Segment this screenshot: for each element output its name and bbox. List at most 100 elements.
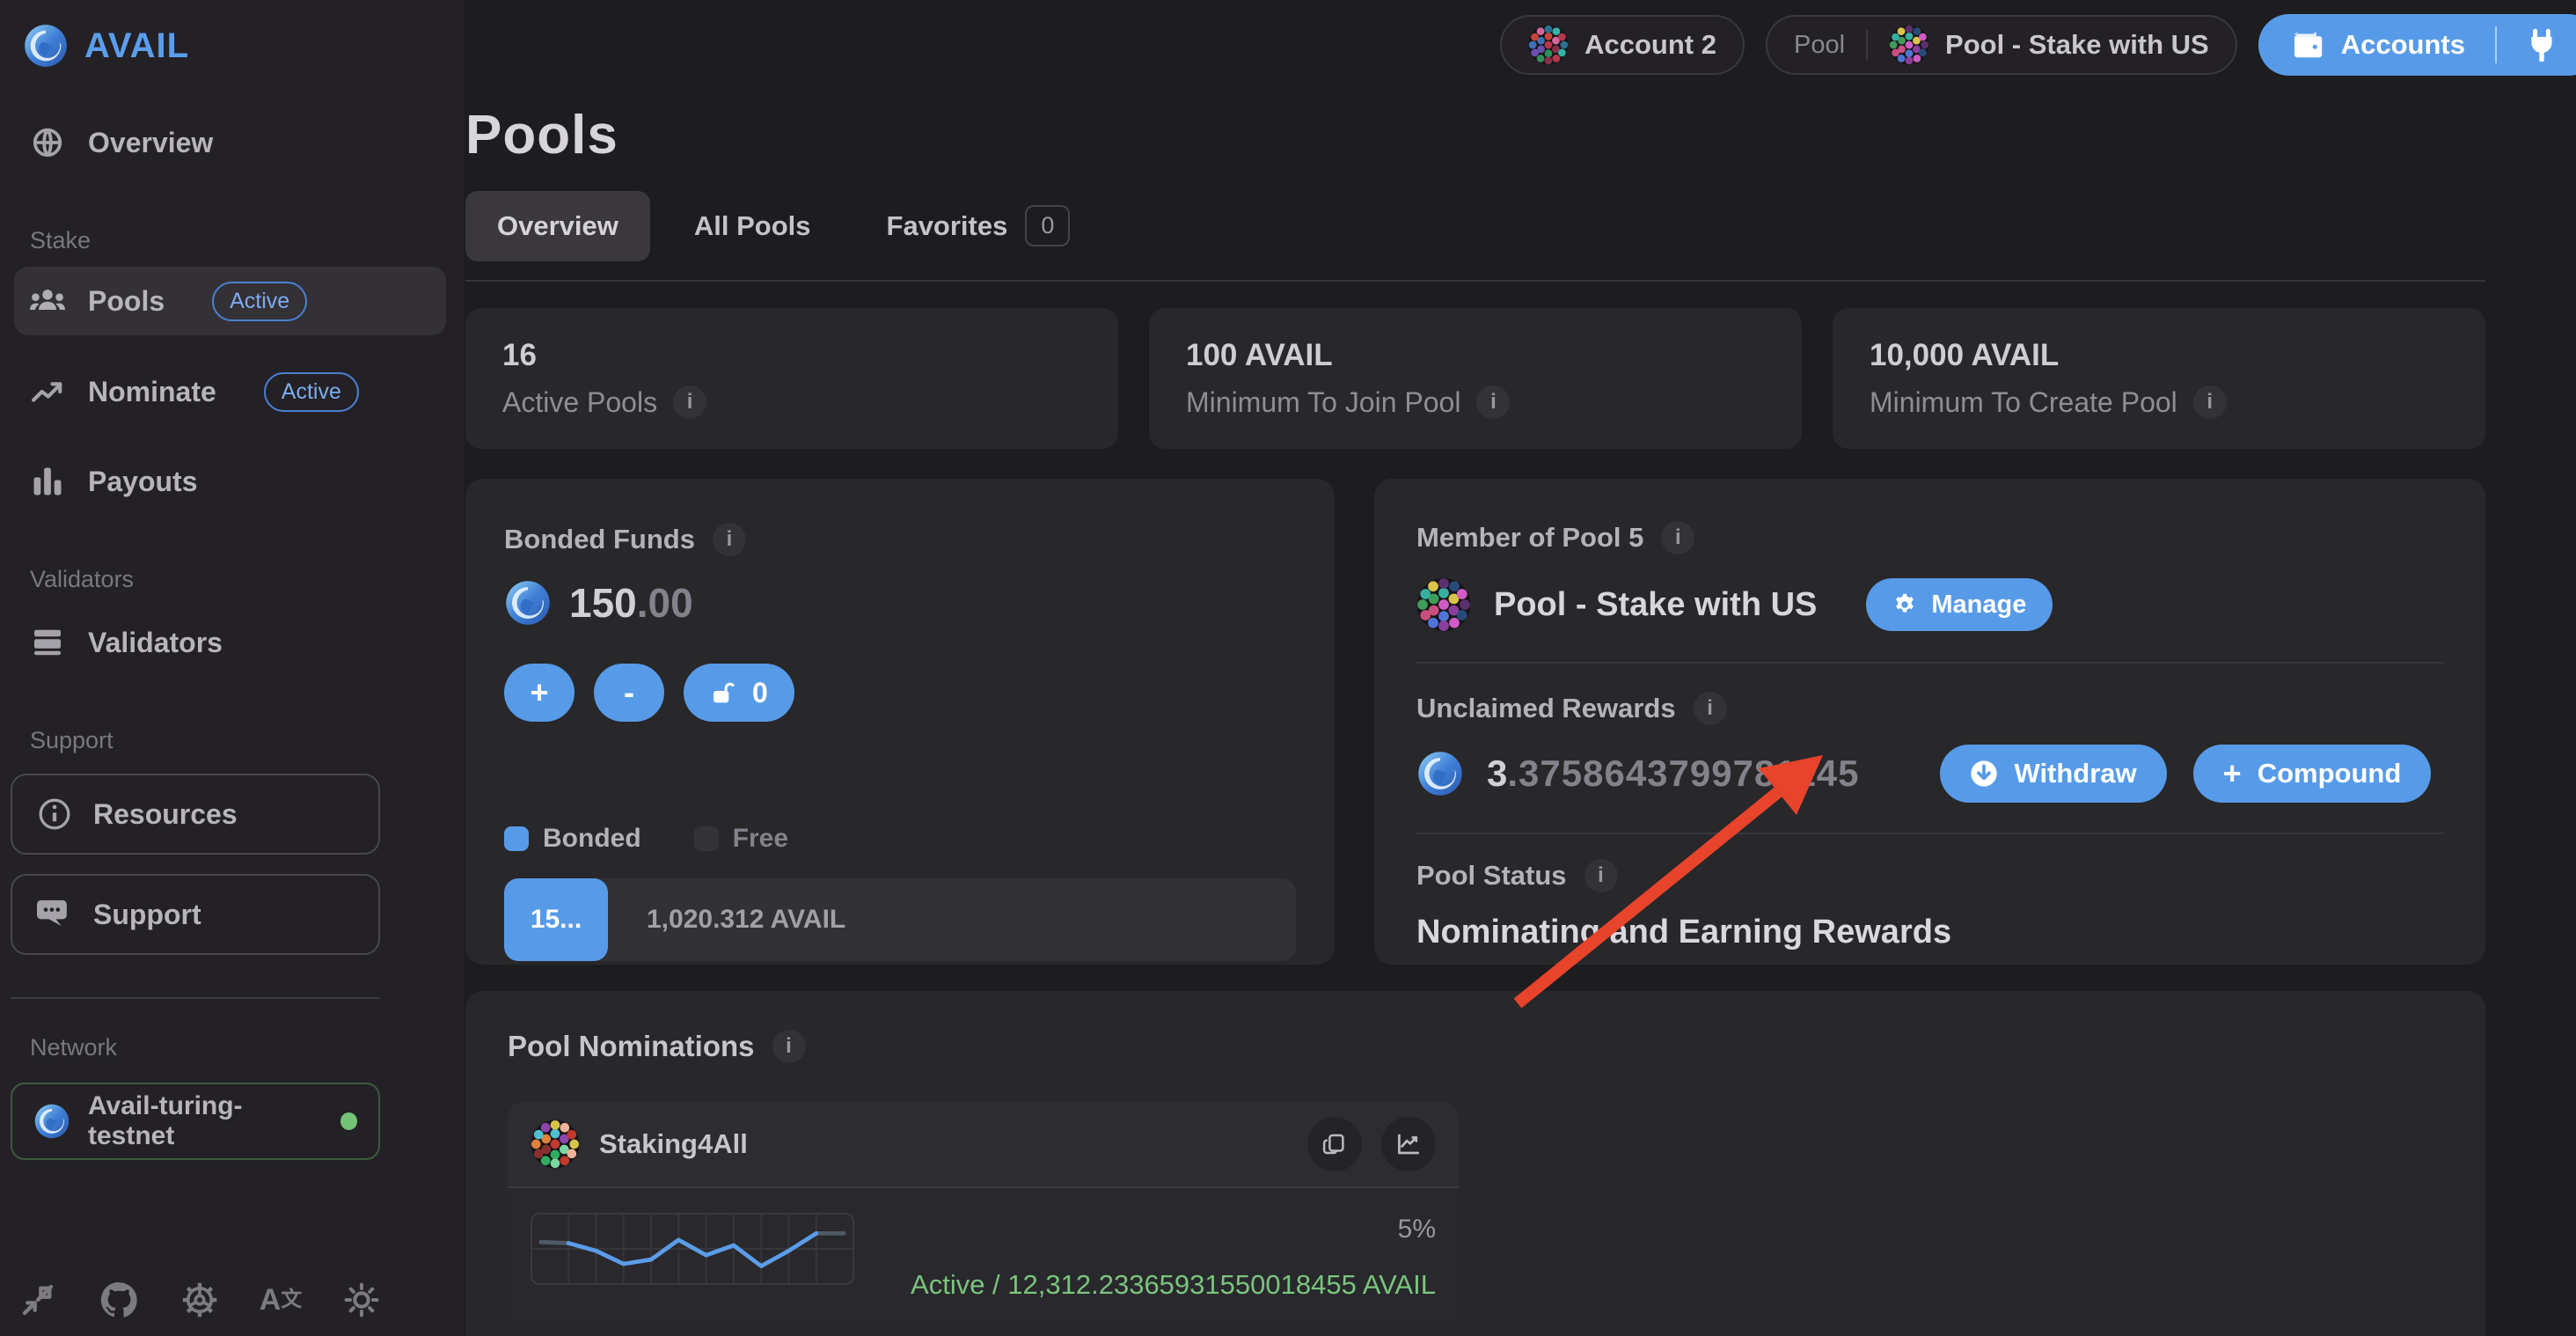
avail-network-icon [33, 1103, 70, 1140]
tab-all-pools[interactable]: All Pools [662, 191, 843, 261]
theme-brightness-icon[interactable] [341, 1280, 382, 1320]
tab-overview[interactable]: Overview [465, 191, 650, 261]
collapse-sidebar-icon[interactable] [18, 1280, 58, 1320]
card-divider [1416, 662, 2443, 664]
sidebar-section-stake: Stake [0, 227, 464, 254]
pool-nominations-title: Pool Nominations [508, 1030, 755, 1063]
settings-gear-icon[interactable] [179, 1280, 220, 1320]
info-icon[interactable]: i [772, 1030, 806, 1063]
pool-name: Pool - Stake with US [1945, 29, 2209, 61]
circle-down-arrow-icon [1970, 760, 1998, 788]
github-icon[interactable] [99, 1280, 139, 1320]
legend-bonded-swatch [504, 826, 529, 851]
language-a: A [260, 1285, 282, 1315]
info-icon[interactable]: i [1476, 385, 1510, 419]
pool-prefix: Pool [1794, 31, 1845, 60]
sidebar-section-support: Support [0, 727, 464, 754]
language-icon[interactable]: A文 [260, 1280, 301, 1320]
commission-rate: 5% [1398, 1215, 1436, 1244]
main-content: Pools Overview All Pools Favorites 0 16 … [464, 0, 2576, 1336]
sidebar-item-label: Validators [88, 627, 223, 659]
tab-favorites[interactable]: Favorites 0 [855, 186, 1102, 266]
nomination-item: Staking4All 5% Active / 12,312.233659315… [508, 1102, 1459, 1325]
network-selector[interactable]: Avail-turing-testnet [11, 1083, 380, 1160]
pool-identicon [1889, 25, 1929, 65]
unlock-icon [710, 679, 738, 707]
sidebar-item-resources[interactable]: Resources [11, 774, 380, 855]
bond-extra-button[interactable]: + [504, 664, 574, 722]
member-pool-name: Pool - Stake with US [1494, 586, 1817, 624]
bonded-amount-dec: .00 [637, 580, 693, 626]
bonded-progress-bar: 15... 1,020.312 AVAIL [504, 878, 1296, 961]
users-icon [30, 286, 65, 316]
legend-free-swatch [694, 826, 719, 851]
tabs-divider [465, 280, 2485, 282]
unlocks-button[interactable]: 0 [684, 664, 794, 722]
copy-address-button[interactable] [1307, 1117, 1362, 1171]
tab-favorites-label: Favorites [887, 210, 1008, 242]
info-icon[interactable]: i [673, 385, 706, 419]
sidebar: AVAIL Overview Stake Pools Active Nomina… [0, 0, 464, 1336]
pool-status-value: Nominating and Earning Rewards [1416, 914, 2443, 951]
withdraw-button[interactable]: Withdraw [1940, 745, 2166, 803]
unclaimed-rewards-title: Unclaimed Rewards [1416, 693, 1676, 724]
active-pool-pill[interactable]: Pool Pool - Stake with US [1766, 15, 2237, 75]
sidebar-item-pools[interactable]: Pools Active [14, 267, 446, 335]
trending-up-icon [30, 378, 65, 405]
plug-connect-icon[interactable] [2527, 28, 2557, 62]
member-pool-title: Member of Pool 5 [1416, 522, 1643, 554]
withdraw-label: Withdraw [2014, 758, 2136, 789]
stat-label: Active Pools [502, 386, 657, 419]
pools-tabs: Overview All Pools Favorites 0 [465, 186, 2485, 266]
validator-name: Staking4All [599, 1128, 748, 1160]
unclaimed-amount-int: 3 [1487, 752, 1507, 794]
accounts-label: Accounts [2341, 29, 2465, 61]
sidebar-item-validators[interactable]: Validators [0, 609, 464, 676]
cards-row: Bonded Funds i 150.00 + - [465, 479, 2485, 965]
sidebar-item-label: Support [93, 899, 201, 931]
staking-dashboard: AVAIL Overview Stake Pools Active Nomina… [0, 0, 2576, 1336]
sidebar-item-support[interactable]: Support [11, 874, 380, 955]
plus-icon: + [2223, 755, 2242, 792]
sidebar-item-overview[interactable]: Overview [0, 109, 464, 176]
stat-label: Minimum To Join Pool [1186, 386, 1460, 419]
sidebar-item-nominate[interactable]: Nominate Active [0, 358, 464, 425]
stat-value: 100 AVAIL [1186, 338, 1765, 373]
bonded-bar-fill: 15... [504, 878, 608, 961]
bonded-funds-title: Bonded Funds [504, 524, 695, 555]
pool-status-title: Pool Status [1416, 860, 1567, 892]
compound-label: Compound [2258, 758, 2402, 789]
active-account-pill[interactable]: Account 2 [1500, 15, 1745, 75]
info-icon[interactable]: i [2193, 385, 2227, 419]
member-pool-identicon [1416, 577, 1471, 632]
card-divider [1416, 833, 2443, 834]
info-circle-icon [37, 796, 72, 832]
manage-pool-button[interactable]: Manage [1866, 578, 2053, 631]
brand[interactable]: AVAIL [0, 0, 464, 69]
avail-token-icon [1416, 750, 1464, 797]
unclaimed-amount-dec: .3758643799781145 [1507, 752, 1859, 794]
sidebar-item-payouts[interactable]: Payouts [0, 448, 464, 515]
chat-icon [37, 899, 72, 930]
bonded-amount-int: 150 [569, 580, 637, 626]
accounts-button[interactable]: Accounts [2258, 14, 2576, 76]
sidebar-divider [11, 997, 380, 999]
info-icon[interactable]: i [713, 523, 746, 556]
stat-min-join: 100 AVAIL Minimum To Join Pool i [1149, 308, 1802, 449]
unbond-button[interactable]: - [594, 664, 664, 722]
info-icon[interactable]: i [1694, 692, 1727, 725]
nomination-status: Active / 12,312.23365931550018455 AVAIL [911, 1269, 1436, 1301]
gear-icon [1892, 592, 1917, 617]
stats-row: 16 Active Pools i 100 AVAIL Minimum To Jo… [465, 308, 2485, 449]
info-icon[interactable]: i [1661, 521, 1694, 554]
brand-name: AVAIL [84, 26, 189, 66]
sidebar-section-network: Network [0, 1034, 464, 1061]
topbar: Account 2 Pool Pool - Stake with US Acco… [1500, 14, 2576, 76]
compound-button[interactable]: + Compound [2193, 745, 2432, 803]
bonded-funds-card: Bonded Funds i 150.00 + - [465, 479, 1335, 965]
info-icon[interactable]: i [1584, 859, 1618, 892]
stat-min-create: 10,000 AVAIL Minimum To Create Pooli [1833, 308, 2485, 449]
stat-value: 16 [502, 338, 1081, 373]
manage-label: Manage [1931, 591, 2026, 620]
metrics-chart-button[interactable] [1381, 1117, 1436, 1171]
